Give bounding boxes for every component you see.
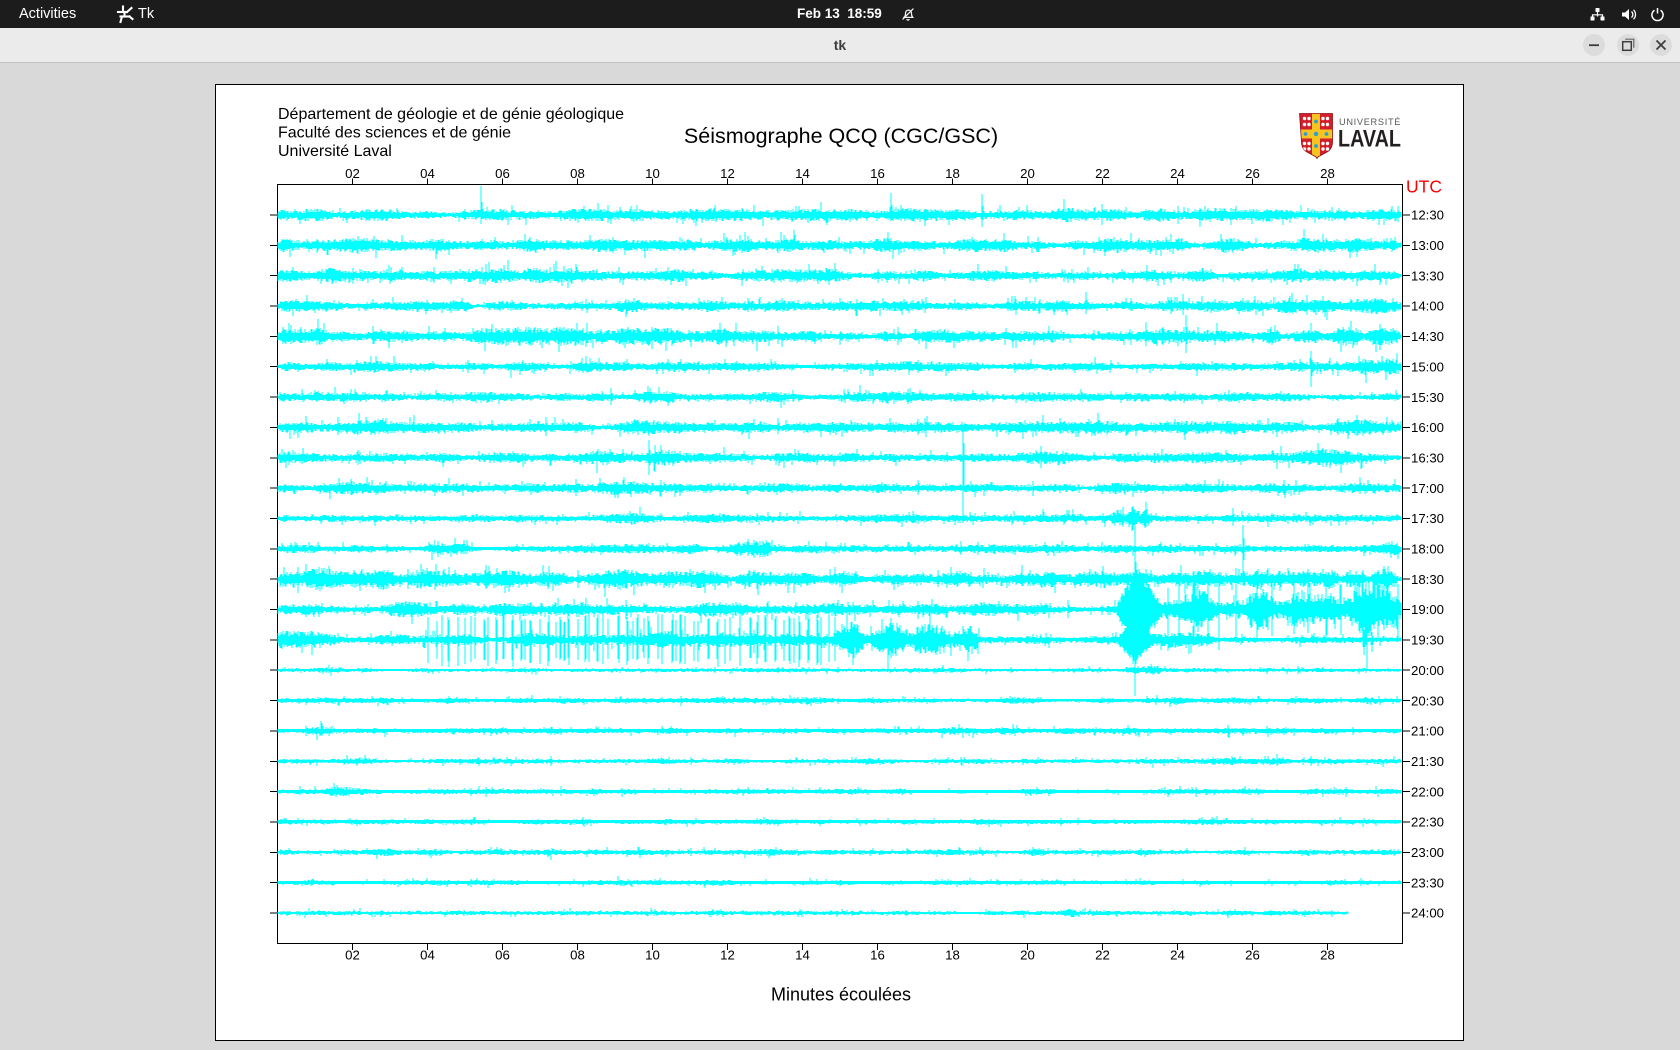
svg-text:08: 08 (570, 948, 585, 963)
svg-text:24: 24 (1170, 166, 1185, 181)
svg-text:18:30: 18:30 (1411, 572, 1444, 587)
svg-text:15:30: 15:30 (1411, 390, 1444, 405)
svg-text:22: 22 (1095, 948, 1110, 963)
svg-text:16:00: 16:00 (1411, 420, 1444, 435)
svg-text:26: 26 (1245, 166, 1260, 181)
svg-text:16:30: 16:30 (1411, 451, 1444, 466)
svg-text:14: 14 (795, 948, 810, 963)
svg-text:LAVAL: LAVAL (1338, 126, 1401, 153)
svg-text:06: 06 (495, 948, 510, 963)
svg-text:15:00: 15:00 (1411, 359, 1444, 374)
svg-text:Minutes écoulées: Minutes écoulées (771, 985, 911, 1005)
svg-text:23:00: 23:00 (1411, 845, 1444, 860)
svg-text:14:30: 14:30 (1411, 329, 1444, 344)
svg-text:22:00: 22:00 (1411, 784, 1444, 799)
svg-text:20:00: 20:00 (1411, 663, 1444, 678)
svg-text:22: 22 (1095, 166, 1110, 181)
svg-text:18: 18 (945, 948, 960, 963)
svg-text:18:00: 18:00 (1411, 542, 1444, 557)
svg-text:24: 24 (1170, 948, 1185, 963)
svg-text:10: 10 (645, 948, 660, 963)
svg-text:19:00: 19:00 (1411, 602, 1444, 617)
svg-text:06: 06 (495, 166, 510, 181)
svg-text:16: 16 (870, 166, 885, 181)
svg-text:20: 20 (1020, 948, 1035, 963)
svg-text:Université Laval: Université Laval (278, 143, 392, 160)
svg-text:28: 28 (1320, 948, 1335, 963)
svg-text:17:30: 17:30 (1411, 511, 1444, 526)
svg-text:26: 26 (1245, 948, 1260, 963)
svg-text:10: 10 (645, 166, 660, 181)
svg-text:13:30: 13:30 (1411, 268, 1444, 283)
svg-text:14: 14 (795, 166, 810, 181)
svg-text:Département de géologie et de: Département de géologie et de génie géol… (278, 106, 624, 123)
svg-text:12: 12 (720, 948, 735, 963)
svg-text:12: 12 (720, 166, 735, 181)
svg-text:19:30: 19:30 (1411, 633, 1444, 648)
svg-text:14:00: 14:00 (1411, 299, 1444, 314)
svg-text:16: 16 (870, 948, 885, 963)
svg-text:23:30: 23:30 (1411, 875, 1444, 890)
svg-text:21:30: 21:30 (1411, 754, 1444, 769)
svg-text:18: 18 (945, 166, 960, 181)
svg-text:02: 02 (345, 166, 360, 181)
svg-text:24:00: 24:00 (1411, 906, 1444, 921)
svg-text:Faculté des sciences et de gén: Faculté des sciences et de génie (278, 125, 511, 142)
svg-text:22:30: 22:30 (1411, 815, 1444, 830)
svg-text:17:00: 17:00 (1411, 481, 1444, 496)
svg-text:UTC: UTC (1406, 177, 1442, 197)
svg-text:08: 08 (570, 166, 585, 181)
svg-text:04: 04 (420, 948, 435, 963)
svg-text:Séismographe QCQ (CGC/GSC): Séismographe QCQ (CGC/GSC) (684, 124, 998, 148)
svg-text:28: 28 (1320, 166, 1335, 181)
svg-text:20:30: 20:30 (1411, 693, 1444, 708)
svg-text:02: 02 (345, 948, 360, 963)
svg-text:12:30: 12:30 (1411, 208, 1444, 223)
svg-text:21:00: 21:00 (1411, 724, 1444, 739)
svg-text:20: 20 (1020, 166, 1035, 181)
svg-text:13:00: 13:00 (1411, 238, 1444, 253)
svg-text:04: 04 (420, 166, 435, 181)
